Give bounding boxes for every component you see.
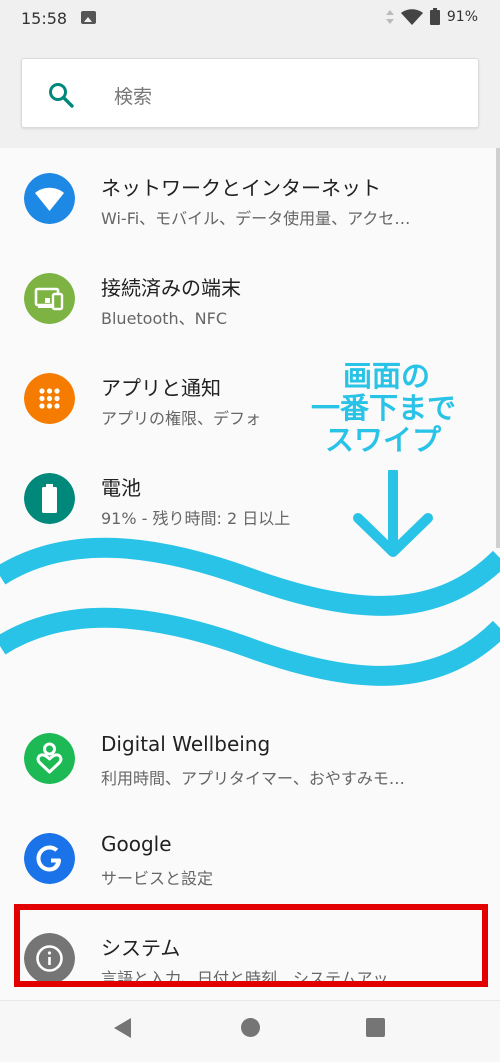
overlay-text-line-3: スワイプ (325, 423, 442, 457)
battery-status-icon (429, 8, 440, 25)
wifi-icon (24, 173, 75, 224)
search-bar[interactable]: 検索 (21, 58, 479, 128)
settings-item-title: 接続済みの端末 (101, 276, 241, 300)
search-icon (49, 83, 74, 108)
connected-devices-icon (24, 273, 75, 324)
image-notification-icon (81, 11, 96, 24)
settings-item-title: ネットワークとインターネット (101, 176, 381, 200)
settings-item-connected-devices[interactable]: 接続済みの端末 Bluetooth、NFC (0, 248, 500, 348)
status-time: 15:58 (21, 9, 68, 28)
status-indicators: 91% (385, 8, 478, 25)
digital-wellbeing-icon (24, 733, 75, 784)
back-icon[interactable] (114, 1018, 131, 1038)
highlight-box (14, 904, 488, 987)
data-sync-icon (385, 9, 394, 24)
home-icon[interactable] (241, 1018, 260, 1037)
settings-item-subtitle: Bluetooth、NFC (101, 309, 228, 328)
apps-icon (24, 373, 75, 424)
wave-divider (0, 537, 500, 710)
overlay-text-line-1: 画面の (343, 359, 431, 393)
settings-item-network[interactable]: ネットワークとインターネット Wi-Fi、モバイル、データ使用量、アクセ… (0, 148, 500, 248)
settings-item-subtitle: サービスと設定 (101, 869, 214, 888)
status-bar: 15:58 91% (0, 0, 500, 38)
wifi-signal-icon (400, 8, 423, 25)
settings-item-title: Digital Wellbeing (101, 732, 271, 756)
google-icon (24, 833, 75, 884)
settings-item-title: アプリと通知 (101, 376, 221, 400)
search-area: 検索 (0, 38, 500, 148)
search-placeholder: 検索 (114, 86, 153, 108)
settings-item-google[interactable]: Google サービスと設定 (0, 808, 500, 908)
settings-item-subtitle: 利用時間、アプリタイマー、おやすみモ… (101, 769, 405, 788)
settings-item-subtitle: Wi-Fi、モバイル、データ使用量、アクセ… (101, 209, 411, 228)
settings-item-subtitle: アプリの権限、デフォ (101, 409, 262, 428)
recent-apps-icon[interactable] (366, 1018, 385, 1037)
status-battery-level: 91% (446, 8, 478, 25)
navigation-bar (0, 1000, 500, 1062)
settings-item-title: Google (101, 832, 172, 856)
overlay-text-line-2: 一番下まで (311, 391, 457, 425)
